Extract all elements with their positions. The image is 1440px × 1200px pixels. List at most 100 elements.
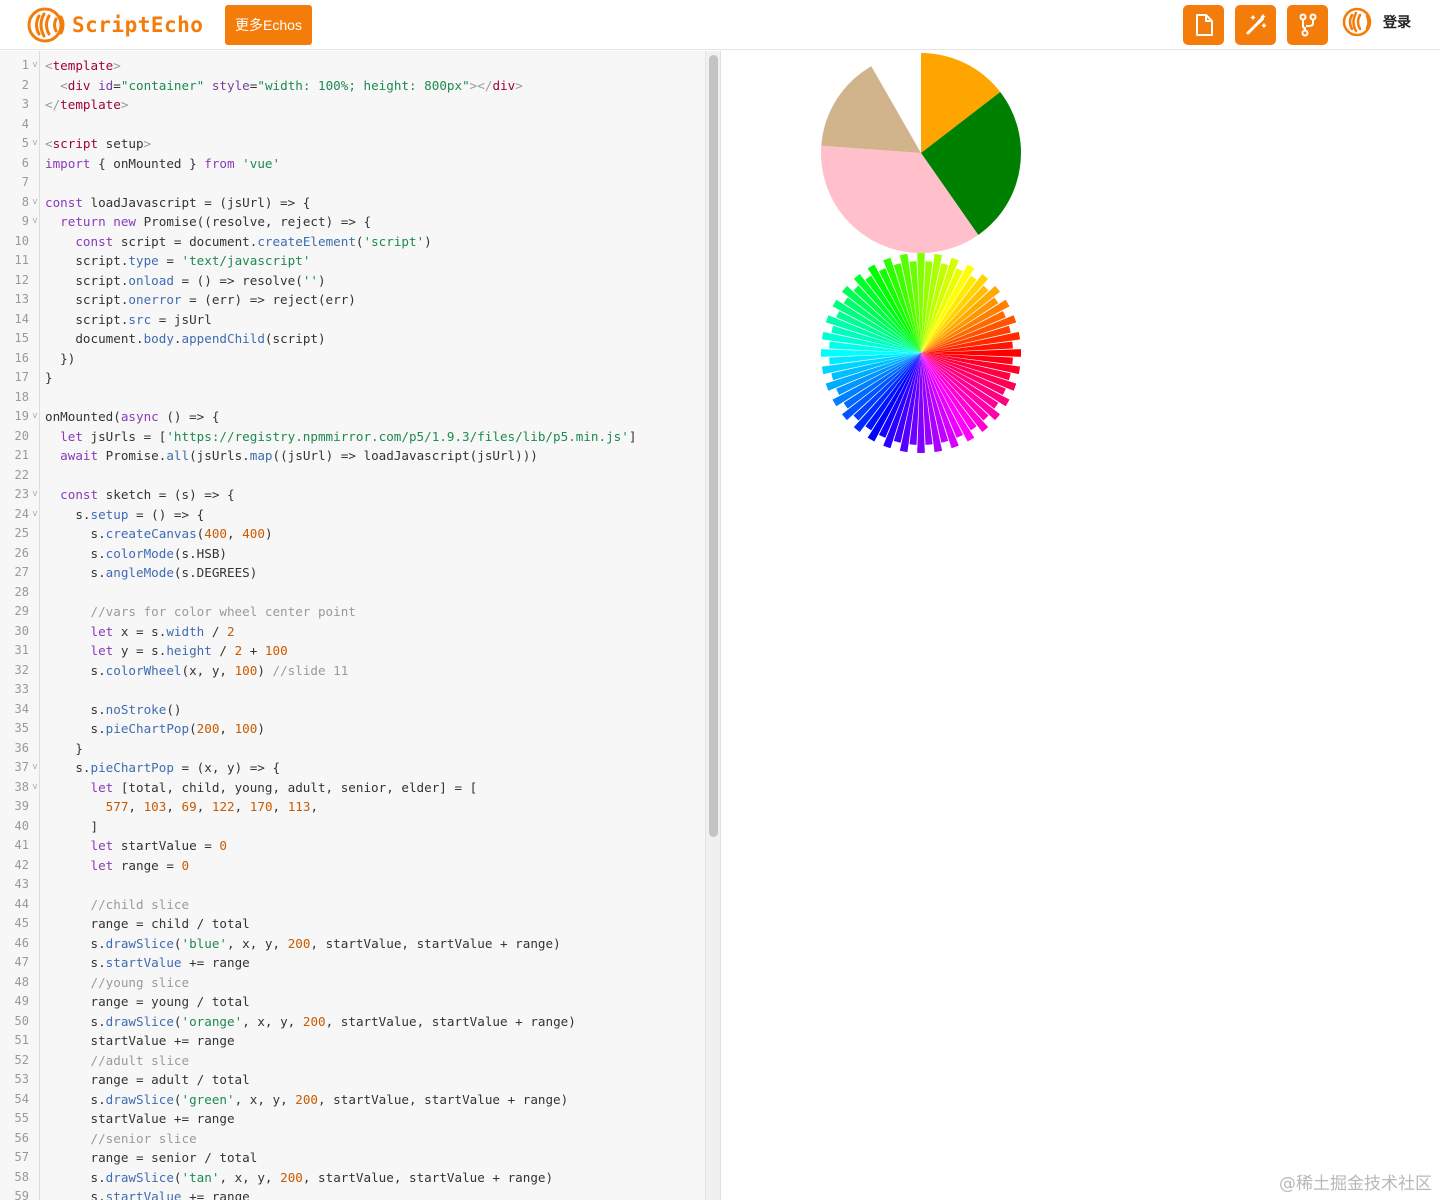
line-number: 15 [14, 331, 29, 345]
code-line[interactable]: 26 s.colorMode(s.HSB) [0, 544, 705, 564]
code-line[interactable]: 24 v s.setup = () => { [0, 505, 705, 525]
fold-toggle-icon[interactable]: v [31, 193, 39, 213]
code-line[interactable]: 40 ] [0, 817, 705, 837]
fold-toggle-icon[interactable]: v [31, 778, 39, 798]
code-line[interactable]: 54 s.drawSlice('green', x, y, 200, start… [0, 1090, 705, 1110]
code-line[interactable]: 32 s.colorWheel(x, y, 100) //slide 11 [0, 661, 705, 681]
code-line[interactable]: 4 [0, 115, 705, 135]
code-line[interactable]: 17} [0, 368, 705, 388]
code-line[interactable]: 22 [0, 466, 705, 486]
code-line[interactable]: 16 }) [0, 349, 705, 369]
code-line[interactable]: 57 range = senior / total [0, 1148, 705, 1168]
line-number: 32 [14, 662, 29, 677]
code-line[interactable]: 46 s.drawSlice('blue', x, y, 200, startV… [0, 934, 705, 954]
code-line[interactable]: 30 let x = s.width / 2 [0, 622, 705, 642]
code-line[interactable]: 14 script.src = jsUrl [0, 310, 705, 330]
code-line[interactable]: 42 let range = 0 [0, 856, 705, 876]
code-line[interactable]: 11 script.type = 'text/javascript' [0, 251, 705, 271]
code-line[interactable]: 52 //adult slice [0, 1051, 705, 1071]
code-line[interactable]: 1 v <template> [0, 56, 705, 76]
fork-button[interactable] [1287, 5, 1328, 45]
code-line[interactable]: 2 <div id="container" style="width: 100%… [0, 76, 705, 96]
code-line[interactable]: 53 range = adult / total [0, 1070, 705, 1090]
brand-mark-icon [27, 7, 65, 43]
line-number: 7 [21, 175, 29, 189]
code-line[interactable]: 13 script.onerror = (err) => reject(err) [0, 290, 705, 310]
code-text: <div id="container" style="width: 100%; … [60, 77, 523, 93]
code-line[interactable]: 36 } [0, 739, 705, 759]
code-line[interactable]: 15 document.body.appendChild(script) [0, 329, 705, 349]
code-line[interactable]: 37 v s.pieChartPop = (x, y) => { [0, 758, 705, 778]
code-line[interactable]: 25 s.createCanvas(400, 400) [0, 524, 705, 544]
line-number: 3 [21, 97, 29, 111]
code-line[interactable]: 38 v let [total, child, young, adult, sen… [0, 778, 705, 798]
line-number: 34 [14, 701, 29, 716]
code-line[interactable]: 20 let jsUrls = ['https://registry.npmmi… [0, 427, 705, 447]
code-line[interactable]: 12 script.onload = () => resolve('') [0, 271, 705, 291]
fold-toggle-icon[interactable]: v [31, 485, 39, 505]
code-line[interactable]: 59 s.startValue += range [0, 1187, 705, 1200]
code-editor[interactable]: 1 v <template> 2 <div id="container" style=… [0, 51, 720, 1200]
code-line[interactable]: 41 let startValue = 0 [0, 836, 705, 856]
code-line[interactable]: 43 [0, 875, 705, 895]
code-line[interactable]: 23 v const sketch = (s) => { [0, 485, 705, 505]
code-line[interactable]: 10 const script = document.createElement… [0, 232, 705, 252]
code-line[interactable]: 8 v const loadJavascript = (jsUrl) => { [0, 193, 705, 213]
login-link[interactable]: 登录 [1383, 12, 1411, 32]
code-line[interactable]: 7 [0, 173, 705, 193]
code-line[interactable]: 27 s.angleMode(s.DEGREES) [0, 563, 705, 583]
code-line[interactable]: 39 577, 103, 69, 122, 170, 113, [0, 797, 705, 817]
code-text: s.angleMode(s.DEGREES) [45, 565, 258, 580]
code-line[interactable]: 35 s.pieChartPop(200, 100) [0, 719, 705, 739]
code-line[interactable]: 33 [0, 680, 705, 700]
fold-toggle-icon[interactable]: v [31, 505, 39, 525]
fold-toggle-icon[interactable]: v [31, 212, 39, 232]
code-line[interactable]: 47 s.startValue += range [0, 953, 705, 973]
line-number: 10 [14, 233, 29, 248]
code-line[interactable]: 31 let y = s.height / 2 + 100 [0, 641, 705, 661]
user-avatar-icon[interactable] [1341, 5, 1375, 39]
line-number: 51 [14, 1033, 29, 1047]
code-text: let startValue = 0 [90, 838, 228, 853]
code-line[interactable]: 56 //senior slice [0, 1129, 705, 1149]
code-line[interactable]: 3 </template> [0, 95, 705, 115]
magic-button[interactable] [1235, 5, 1276, 45]
code-line[interactable]: 18 [0, 388, 705, 408]
code-line[interactable]: 19 v onMounted(async () => { [0, 407, 705, 427]
top-bar: ScriptEcho 更多Echos 登录 [0, 0, 1440, 50]
code-line[interactable]: 48 //young slice [0, 973, 705, 993]
code-line[interactable]: 50 s.drawSlice('orange', x, y, 200, star… [0, 1012, 705, 1032]
code-text: let x = s.width / 2 [90, 623, 235, 639]
code-line[interactable]: 55 startValue += range [0, 1109, 705, 1129]
code-text: </template> [45, 97, 129, 112]
code-line[interactable]: 49 range = young / total [0, 992, 705, 1012]
code-line[interactable]: 6 import { onMounted } from 'vue' [0, 154, 705, 174]
code-line[interactable]: 44 //child slice [0, 895, 705, 915]
code-text: //child slice [90, 896, 190, 912]
code-line[interactable]: 29 //vars for color wheel center point [0, 602, 705, 622]
fold-toggle-icon[interactable]: v [31, 56, 39, 76]
editor-scrollbar[interactable] [705, 51, 720, 1200]
code-text: s.startValue += range [45, 955, 250, 970]
code-line[interactable]: 9v return new Promise((resolve, reject) … [0, 212, 705, 232]
fold-toggle-icon[interactable]: v [31, 758, 39, 778]
code-line[interactable]: 21 await Promise.all(jsUrls.map((jsUrl) … [0, 446, 705, 466]
fold-toggle-icon[interactable]: v [31, 407, 39, 427]
new-file-button[interactable] [1183, 5, 1224, 45]
color-wheel [820, 252, 1022, 454]
code-line[interactable]: 34 s.noStroke() [0, 700, 705, 720]
line-number: 27 [14, 565, 29, 579]
code-line[interactable]: 45 range = child / total [0, 914, 705, 934]
code-text: s.drawSlice('tan', x, y, 200, startValue… [45, 1169, 554, 1185]
code-line[interactable]: 51 startValue += range [0, 1031, 705, 1051]
code-line[interactable]: 5 v <script setup> [0, 134, 705, 154]
editor-scrollbar-thumb[interactable] [709, 55, 718, 837]
fold-toggle-icon[interactable]: v [31, 134, 39, 154]
more-echos-button[interactable]: 更多Echos [225, 5, 312, 45]
code-line[interactable]: 58 s.drawSlice('tan', x, y, 200, startVa… [0, 1168, 705, 1188]
line-number: 36 [14, 740, 29, 755]
code-line[interactable]: 28 [0, 583, 705, 603]
code-lines[interactable]: 1 v <template> 2 <div id="container" style=… [0, 56, 705, 1200]
brand-logo[interactable]: ScriptEcho [26, 6, 203, 44]
code-text: s.createCanvas(400, 400) [45, 526, 273, 541]
